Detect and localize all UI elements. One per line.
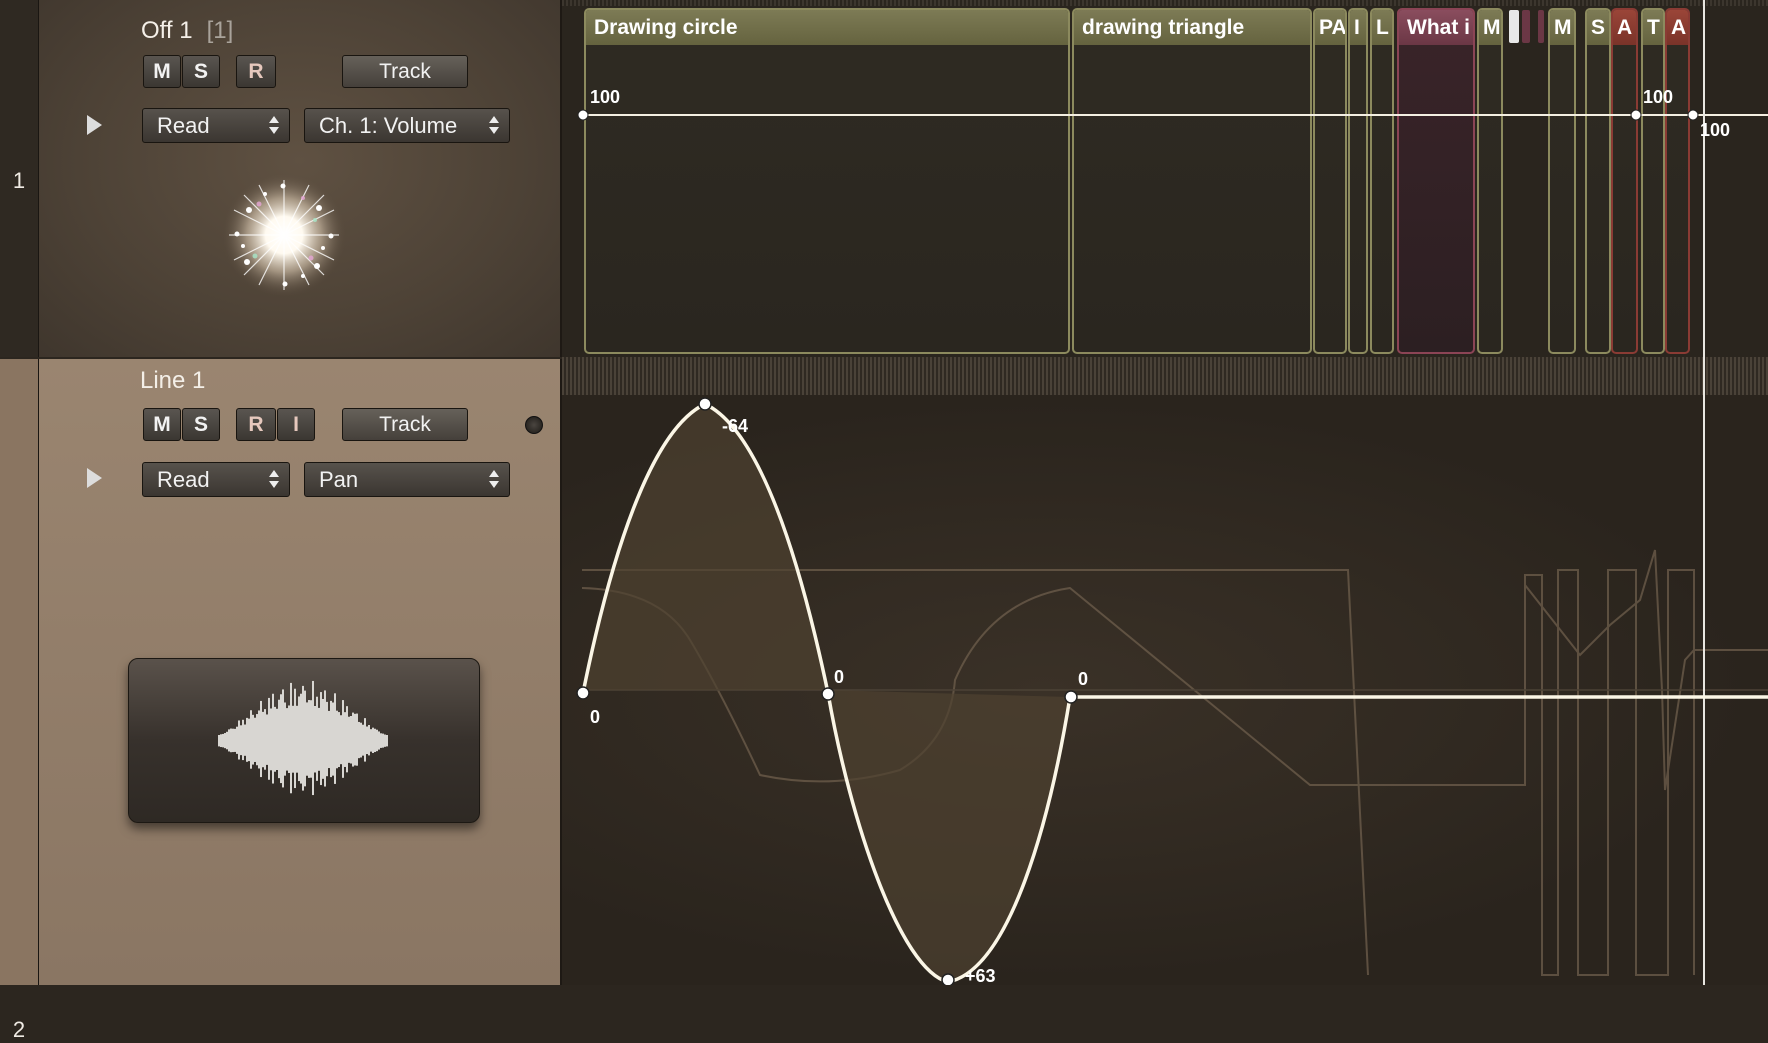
pan-label-peak: -64 bbox=[722, 416, 749, 436]
pan-label-trough: +63 bbox=[965, 966, 996, 986]
automation-overlay[interactable] bbox=[0, 0, 1768, 985]
volume-label-start: 100 bbox=[590, 87, 621, 107]
track-number-2: 2 bbox=[12, 1017, 26, 1042]
pan-label-end: 0 bbox=[1078, 669, 1089, 689]
volume-label-mid: 100 bbox=[1643, 87, 1674, 107]
pan-label-start: 0 bbox=[590, 707, 601, 727]
pan-label-mid: 0 bbox=[834, 667, 845, 687]
volume-label-end: 100 bbox=[1700, 120, 1731, 140]
